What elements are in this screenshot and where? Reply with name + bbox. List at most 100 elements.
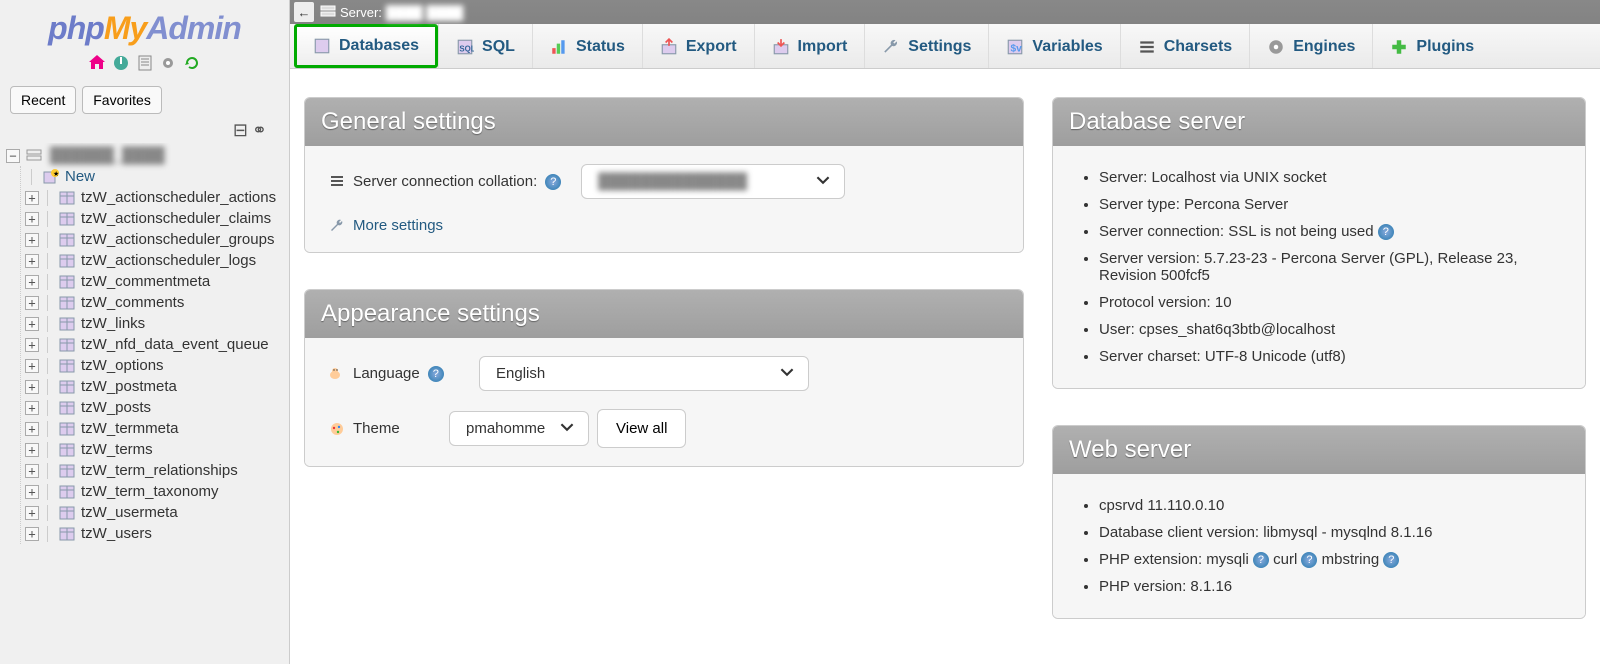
tree-table[interactable]: +tzW_actionscheduler_logs (25, 250, 285, 271)
help-icon[interactable]: ? (545, 174, 561, 190)
plus-icon[interactable]: + (25, 464, 39, 478)
sql-icon: SQL (456, 38, 474, 56)
more-settings-link[interactable]: More settings (353, 217, 443, 234)
tab-sql[interactable]: SQLSQL (439, 24, 532, 68)
engines-icon (1267, 38, 1285, 56)
plus-icon[interactable]: + (25, 296, 39, 310)
help-icon[interactable]: ? (1378, 224, 1394, 240)
tab-status[interactable]: Status (533, 24, 642, 68)
collation-select[interactable]: ██████████████ (581, 164, 845, 199)
tree-table[interactable]: + tzW_nfd_data_event_queue (25, 334, 285, 355)
tab-charsets[interactable]: Charsets (1121, 24, 1249, 68)
plus-icon[interactable]: + (25, 275, 39, 289)
recent-button[interactable]: Recent (10, 86, 76, 114)
tree-table-label: tzW_users (79, 525, 152, 542)
tab-databases[interactable]: Databases (294, 24, 438, 68)
favorites-button[interactable]: Favorites (82, 86, 162, 114)
plus-icon[interactable]: + (25, 233, 39, 247)
tab-plugins[interactable]: Plugins (1373, 24, 1491, 68)
help-icon[interactable]: ? (1253, 552, 1269, 568)
panel-title: Database server (1053, 98, 1585, 146)
back-arrow-icon[interactable]: ← (294, 2, 314, 22)
tab-label: Engines (1293, 38, 1355, 56)
collapse-icon[interactable]: ⊟ (233, 120, 252, 140)
docs-icon[interactable] (137, 55, 153, 71)
tree-table[interactable]: +tzW_comments (25, 292, 285, 313)
tree-table-label: tzW_usermeta (79, 504, 178, 521)
plus-icon[interactable]: + (25, 485, 39, 499)
tree-table-label: tzW_terms (79, 441, 153, 458)
tab-settings[interactable]: Settings (865, 24, 988, 68)
help-icon[interactable]: ? (428, 366, 444, 382)
tree-table-label: tzW_nfd_data_event_queue (79, 336, 269, 353)
tab-import[interactable]: Import (755, 24, 865, 68)
list-item: Protocol version: 10 (1099, 289, 1561, 316)
export-icon (660, 38, 678, 56)
status-icon (550, 38, 568, 56)
tree-new[interactable]: New (63, 168, 95, 185)
tree-table[interactable]: + tzW_usermeta (25, 502, 285, 523)
chevron-down-icon (560, 420, 574, 438)
table-icon (59, 421, 75, 437)
table-icon (59, 316, 75, 332)
minus-icon[interactable]: − (6, 149, 20, 163)
tree-table[interactable]: +tzW_posts (25, 397, 285, 418)
help-icon[interactable]: ? (1383, 552, 1399, 568)
plus-icon[interactable]: + (25, 422, 39, 436)
panel-title: Web server (1053, 426, 1585, 474)
tree-table[interactable]: +tzW_actionscheduler_groups (25, 229, 285, 250)
plus-icon[interactable]: + (25, 380, 39, 394)
tree-table[interactable]: + tzW_users (25, 523, 285, 544)
table-icon (59, 463, 75, 479)
server-icon (320, 4, 336, 20)
gear-icon[interactable] (160, 55, 176, 71)
help-icon[interactable]: ? (1301, 552, 1317, 568)
plus-icon[interactable]: + (25, 401, 39, 415)
plus-icon[interactable]: + (25, 338, 39, 352)
plus-icon[interactable]: + (25, 527, 39, 541)
tree-root[interactable]: − ██████_████ (6, 145, 285, 166)
main-tabs: DatabasesSQLSQLStatusExportImportSetting… (290, 24, 1600, 69)
plus-icon[interactable]: + (25, 317, 39, 331)
theme-icon (329, 421, 345, 437)
refresh-icon[interactable] (184, 55, 200, 71)
tree-table[interactable]: +tzW_options (25, 355, 285, 376)
charsets-icon (1138, 38, 1156, 56)
language-select[interactable]: English (479, 356, 809, 391)
tree-table[interactable]: +tzW_term_relationships (25, 460, 285, 481)
tab-label: Plugins (1416, 38, 1474, 56)
tab-variables[interactable]: $vVariables (989, 24, 1119, 68)
sidebar: phpMyAdmin Recent Favorites ⊟⚭ − ██████_… (0, 0, 290, 664)
home-icon[interactable] (89, 55, 105, 71)
server-icon (26, 148, 42, 164)
plus-icon[interactable]: + (25, 506, 39, 520)
tree-table[interactable]: +tzW_postmeta (25, 376, 285, 397)
logo[interactable]: phpMyAdmin (0, 0, 289, 51)
link-icon[interactable]: ⚭ (252, 120, 271, 140)
table-icon (59, 442, 75, 458)
tree-table[interactable]: +tzW_term_taxonomy (25, 481, 285, 502)
plus-icon[interactable]: + (25, 191, 39, 205)
theme-select[interactable]: pmahomme (449, 411, 589, 446)
tree-table[interactable]: +tzW_links (25, 313, 285, 334)
db-tree: − ██████_████ ★ New +tzW_actionscheduler_a… (0, 143, 289, 664)
view-all-button[interactable]: View all (597, 409, 686, 448)
svg-text:★: ★ (53, 170, 59, 178)
plus-icon[interactable]: + (25, 212, 39, 226)
table-icon (59, 295, 75, 311)
tree-table[interactable]: +tzW_actionscheduler_actions (25, 187, 285, 208)
logout-icon[interactable] (113, 55, 129, 71)
tab-engines[interactable]: Engines (1250, 24, 1372, 68)
tree-table[interactable]: + tzW_terms (25, 439, 285, 460)
tree-table[interactable]: +tzW_commentmeta (25, 271, 285, 292)
collation-value: ██████████████ (598, 173, 747, 190)
language-value: English (496, 365, 545, 382)
tab-export[interactable]: Export (643, 24, 754, 68)
tab-label: Variables (1032, 38, 1102, 56)
plus-icon[interactable]: + (25, 254, 39, 268)
tree-table[interactable]: +tzW_termmeta (25, 418, 285, 439)
tree-table[interactable]: +tzW_actionscheduler_claims (25, 208, 285, 229)
plus-icon[interactable]: + (25, 443, 39, 457)
plus-icon[interactable]: + (25, 359, 39, 373)
collation-icon (329, 174, 345, 190)
